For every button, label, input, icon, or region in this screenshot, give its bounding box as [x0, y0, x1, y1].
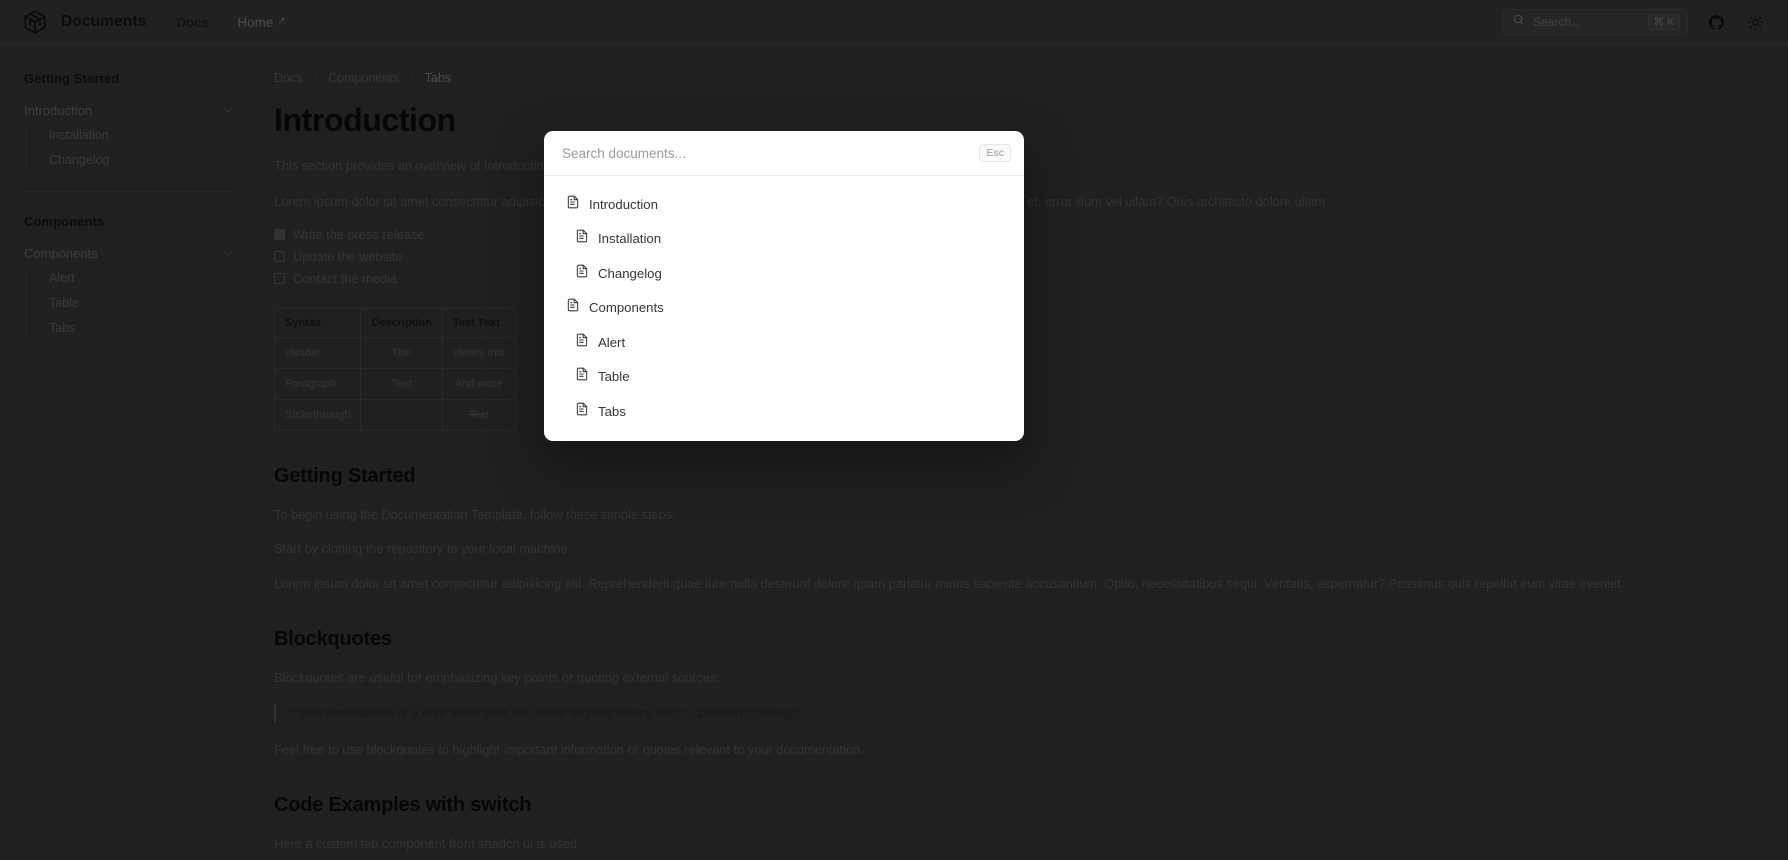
search-results-list: Introduction Installation Changelog Comp…: [544, 176, 1024, 441]
search-result-label: Alert: [598, 334, 626, 350]
search-result-label: Installation: [598, 231, 662, 247]
search-result-components[interactable]: Components: [544, 291, 1024, 326]
document-icon: [575, 402, 589, 421]
search-result-label: Table: [598, 369, 630, 385]
esc-badge[interactable]: Esc: [979, 144, 1011, 162]
search-dialog-header: Esc: [544, 131, 1024, 176]
search-result-installation[interactable]: Installation: [544, 222, 1024, 257]
document-icon: [575, 367, 589, 386]
document-icon: [575, 264, 589, 283]
search-result-label: Tabs: [598, 403, 626, 419]
search-result-changelog[interactable]: Changelog: [544, 256, 1024, 291]
search-documents-input[interactable]: [562, 145, 980, 161]
document-icon: [575, 229, 589, 248]
document-icon: [575, 333, 589, 352]
document-icon: [566, 195, 580, 214]
search-result-label: Components: [589, 300, 664, 316]
search-result-introduction[interactable]: Introduction: [544, 187, 1024, 222]
search-result-tabs[interactable]: Tabs: [544, 394, 1024, 429]
search-result-label: Introduction: [589, 196, 658, 212]
search-command-dialog: Esc Introduction Installation: [544, 131, 1024, 441]
search-result-alert[interactable]: Alert: [544, 325, 1024, 360]
document-icon: [566, 298, 580, 317]
search-result-label: Changelog: [598, 265, 662, 281]
search-result-table[interactable]: Table: [544, 360, 1024, 395]
